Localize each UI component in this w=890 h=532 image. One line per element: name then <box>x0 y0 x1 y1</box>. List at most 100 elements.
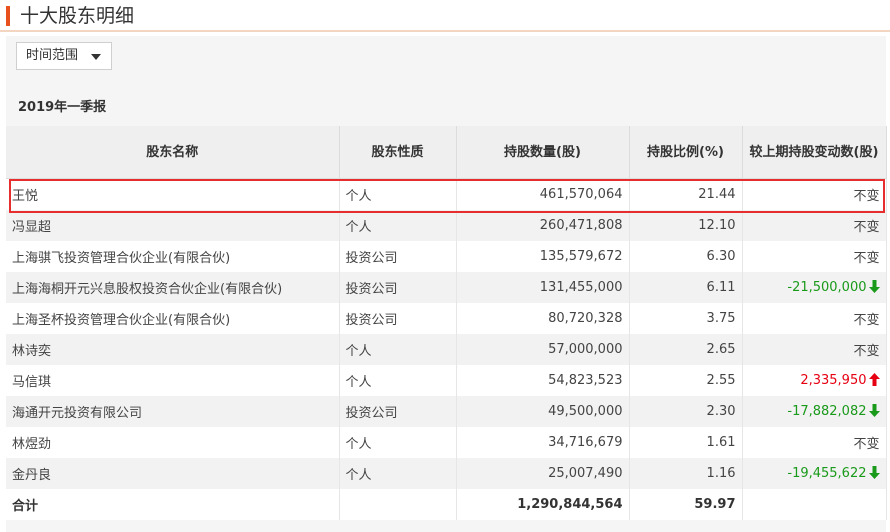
holder-type-text: 个人 <box>345 220 372 235</box>
holder-type: 投资公司 <box>339 272 457 303</box>
holder-ratio: 1.61 <box>629 427 743 458</box>
holder-type-text: 个人 <box>345 344 372 359</box>
holder-type: 个人 <box>339 458 457 489</box>
holder-ratio: 1.16 <box>629 458 743 489</box>
holder-shares: 135,579,672 <box>456 241 630 272</box>
holder-ratio-text: 12.10 <box>698 218 736 233</box>
holder-type: 投资公司 <box>339 303 457 334</box>
holder-name-text: 马信琪 <box>12 375 52 390</box>
holder-name-text: 林诗奕 <box>12 344 52 359</box>
holder-shares-text: 260,471,808 <box>539 218 623 233</box>
holder-shares-text: 34,716,679 <box>548 435 623 450</box>
table-header-row: 股东名称 股东性质 持股数量(股) 持股比例(%) 较上期持股变动数(股) <box>6 126 887 179</box>
holder-change-text: -17,882,082 <box>787 404 867 419</box>
holder-change-text: 不变 <box>853 437 880 452</box>
holder-ratio-text: 2.30 <box>706 404 736 419</box>
table-row: 海通开元投资有限公司 投资公司 49,500,000 2.30 -17,882,082 <box>6 396 887 427</box>
table-row: 王悦 个人 461,570,064 21.44 不变 <box>6 178 887 210</box>
holder-name: 马信琪 <box>6 365 340 396</box>
arrow-down-icon <box>868 404 880 417</box>
holder-shares-text: 25,007,490 <box>548 466 623 481</box>
holder-change: 不变 <box>742 334 887 365</box>
holder-ratio: 6.11 <box>629 272 743 303</box>
holder-type: 个人 <box>339 334 457 365</box>
holder-ratio: 2.65 <box>629 334 743 365</box>
holder-shares-text: 461,570,064 <box>539 187 623 202</box>
holder-ratio: 6.30 <box>629 241 743 272</box>
holder-shares: 49,500,000 <box>456 396 630 427</box>
holder-type: 投资公司 <box>339 396 457 427</box>
table-row: 上海圣杯投资管理合伙企业(有限合伙) 投资公司 80,720,328 3.75 不变 <box>6 303 887 334</box>
holder-name: 上海海桐开元兴息股权投资合伙企业(有限合伙) <box>6 272 340 303</box>
total-change <box>742 489 887 520</box>
holder-change-text: 2,335,950 <box>800 373 867 388</box>
holder-shares: 34,716,679 <box>456 427 630 458</box>
column-header-change: 较上期持股变动数(股) <box>742 126 887 179</box>
title-bar: 十大股东明细 <box>0 0 890 32</box>
holder-shares: 260,471,808 <box>456 210 630 241</box>
table-row: 金丹良 个人 25,007,490 1.16 -19,455,622 <box>6 458 887 489</box>
holder-shares: 131,455,000 <box>456 272 630 303</box>
holder-shares-text: 57,000,000 <box>548 342 623 357</box>
holder-change-text: 不变 <box>853 220 880 235</box>
holder-change-text: 不变 <box>853 189 880 204</box>
holder-shares: 461,570,064 <box>456 178 630 210</box>
holder-ratio: 3.75 <box>629 303 743 334</box>
table-row: 上海骐飞投资管理合伙企业(有限合伙) 投资公司 135,579,672 6.30 不变 <box>6 241 887 272</box>
holder-type: 个人 <box>339 178 457 210</box>
table-row: 冯显超 个人 260,471,808 12.10 不变 <box>6 210 887 241</box>
holder-name: 林煜劲 <box>6 427 340 458</box>
holder-change: 不变 <box>742 303 887 334</box>
holder-name-text: 林煜劲 <box>12 437 52 452</box>
holder-change-text: -19,455,622 <box>787 466 867 481</box>
total-label: 合计 <box>6 489 340 520</box>
holder-name: 海通开元投资有限公司 <box>6 396 340 427</box>
shareholders-table: 股东名称 股东性质 持股数量(股) 持股比例(%) 较上期持股变动数(股) 王悦… <box>6 126 887 520</box>
table-row: 林煜劲 个人 34,716,679 1.61 不变 <box>6 427 887 458</box>
holder-type-text: 个人 <box>345 468 372 483</box>
holder-name-text: 上海圣杯投资管理合伙企业(有限合伙) <box>12 313 231 328</box>
holder-type-text: 个人 <box>345 189 372 204</box>
table-row: 马信琪 个人 54,823,523 2.55 2,335,950 <box>6 365 887 396</box>
holder-shares-text: 135,579,672 <box>539 249 623 264</box>
holder-name: 上海骐飞投资管理合伙企业(有限合伙) <box>6 241 340 272</box>
arrow-up-icon <box>868 373 880 386</box>
table-row: 上海海桐开元兴息股权投资合伙企业(有限合伙) 投资公司 131,455,000 6.1… <box>6 272 887 303</box>
holder-shares: 54,823,523 <box>456 365 630 396</box>
holder-change: -21,500,000 <box>742 272 887 303</box>
holder-ratio-text: 2.55 <box>706 373 736 388</box>
holder-change-text: -21,500,000 <box>787 280 867 295</box>
holder-ratio: 2.30 <box>629 396 743 427</box>
time-range-label: 时间范围 <box>26 48 79 63</box>
holder-shares-text: 54,823,523 <box>548 373 623 388</box>
holder-ratio-text: 1.16 <box>706 466 736 481</box>
holder-name: 林诗奕 <box>6 334 340 365</box>
holder-ratio-text: 6.11 <box>706 280 736 295</box>
holder-shares-text: 80,720,328 <box>548 311 623 326</box>
holder-type: 个人 <box>339 210 457 241</box>
holder-change-text: 不变 <box>853 313 880 328</box>
holder-type: 投资公司 <box>339 241 457 272</box>
page-title: 十大股东明细 <box>20 5 135 27</box>
holder-ratio-text: 2.65 <box>706 342 736 357</box>
holder-type-text: 投资公司 <box>345 251 398 266</box>
holder-change: -19,455,622 <box>742 458 887 489</box>
holder-name-text: 金丹良 <box>12 468 52 483</box>
holder-type-text: 投资公司 <box>345 406 398 421</box>
holder-shares: 25,007,490 <box>456 458 630 489</box>
report-period-label: 2019年一季报 <box>18 100 107 115</box>
holder-ratio: 2.55 <box>629 365 743 396</box>
column-header-type: 股东性质 <box>339 126 457 179</box>
holder-type: 个人 <box>339 427 457 458</box>
holder-name-text: 上海骐飞投资管理合伙企业(有限合伙) <box>12 251 231 266</box>
time-range-dropdown[interactable]: 时间范围 <box>16 42 112 70</box>
holder-type-text: 个人 <box>345 437 372 452</box>
holder-ratio: 21.44 <box>629 178 743 210</box>
holder-ratio: 12.10 <box>629 210 743 241</box>
total-type <box>339 489 457 520</box>
column-header-ratio: 持股比例(%) <box>629 126 743 179</box>
holder-name-text: 冯显超 <box>12 220 52 235</box>
holder-name: 王悦 <box>6 178 340 210</box>
title-accent-bar <box>6 6 10 26</box>
holder-ratio-text: 1.61 <box>706 435 736 450</box>
